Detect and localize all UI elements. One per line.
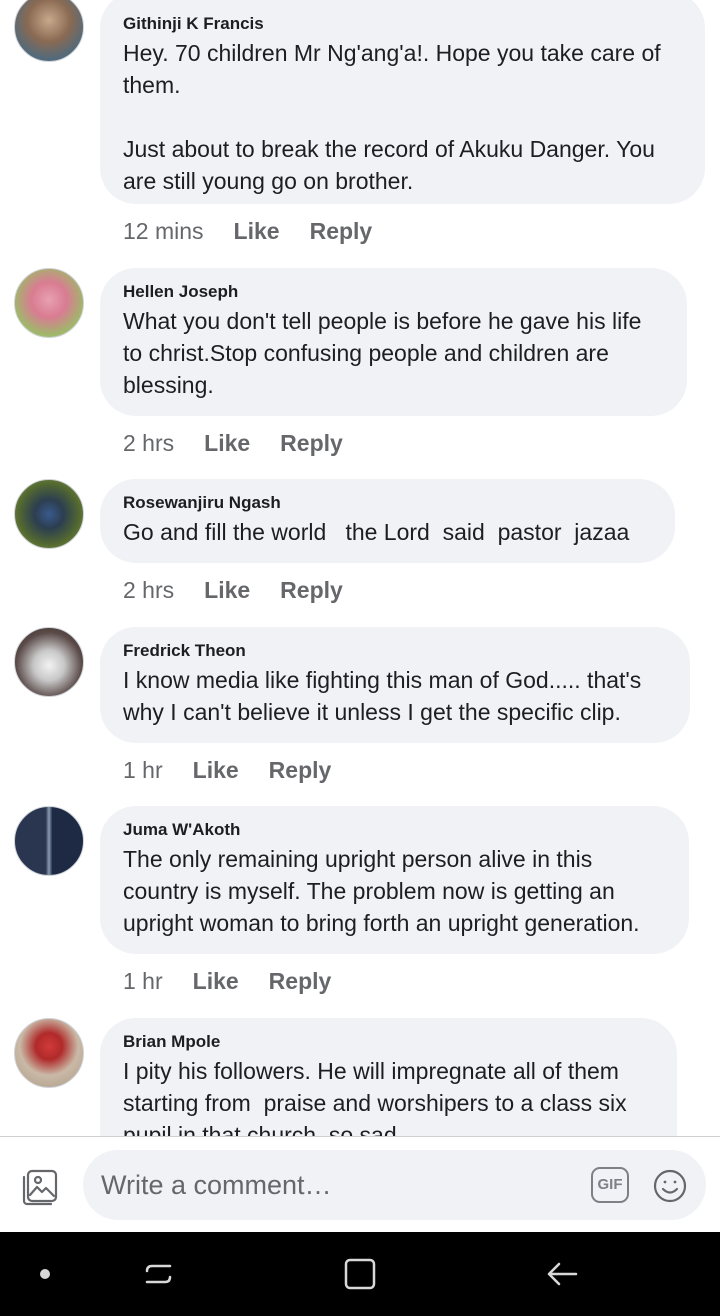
comment-meta: 1 hr Like Reply	[123, 966, 331, 996]
comments-list: Githinji K Francis Hey. 70 children Mr N…	[0, 0, 720, 1136]
comment-composer: GIF	[0, 1136, 720, 1232]
reply-button[interactable]: Reply	[310, 218, 373, 244]
comment-author[interactable]: Brian Mpole	[123, 1031, 655, 1053]
comment-text: Go and fill the world the Lord said past…	[123, 519, 630, 545]
comment-time[interactable]: 2 hrs	[123, 577, 174, 603]
comment-author[interactable]: Juma W'Akoth	[123, 819, 667, 841]
comment-author[interactable]: Githinji K Francis	[123, 13, 683, 35]
system-navigation-bar	[0, 1232, 720, 1316]
like-button[interactable]: Like	[204, 577, 250, 603]
comment-bubble: Juma W'Akoth The only remaining upright …	[100, 806, 689, 954]
reply-button[interactable]: Reply	[269, 968, 332, 994]
like-button[interactable]: Like	[193, 757, 239, 783]
comment-meta: 2 hrs Like Reply	[123, 575, 343, 605]
comment-meta: 1 hr Like Reply	[123, 755, 331, 785]
comment-bubble: Fredrick Theon I know media like fightin…	[100, 627, 690, 743]
back-icon[interactable]	[542, 1254, 582, 1294]
comment-text: I know media like fighting this man of G…	[123, 667, 642, 725]
comment-author[interactable]: Hellen Joseph	[123, 281, 665, 303]
comment-text: Hey. 70 children Mr Ng'ang'a!. Hope you …	[123, 40, 661, 194]
like-button[interactable]: Like	[234, 218, 280, 244]
gif-button[interactable]: GIF	[591, 1167, 629, 1203]
home-icon[interactable]	[340, 1254, 380, 1294]
comment-time[interactable]: 1 hr	[123, 968, 163, 994]
reply-button[interactable]: Reply	[280, 577, 343, 603]
recent-apps-icon[interactable]	[139, 1254, 179, 1294]
like-button[interactable]: Like	[193, 968, 239, 994]
comment-time[interactable]: 2 hrs	[123, 430, 174, 456]
like-button[interactable]: Like	[204, 430, 250, 456]
avatar[interactable]	[14, 627, 84, 697]
comment-author[interactable]: Rosewanjiru Ngash	[123, 492, 653, 514]
comment-time[interactable]: 1 hr	[123, 757, 163, 783]
comment-time[interactable]: 12 mins	[123, 218, 204, 244]
comment-text: The only remaining upright person alive …	[123, 846, 640, 936]
avatar[interactable]	[14, 479, 84, 549]
dot-icon	[25, 1254, 65, 1294]
comment-bubble: Hellen Joseph What you don't tell people…	[100, 268, 687, 416]
comment-meta: 12 mins Like Reply	[123, 216, 372, 246]
comment-bubble: Githinji K Francis Hey. 70 children Mr N…	[100, 0, 705, 204]
comment-bubble: Brian Mpole I pity his followers. He wil…	[100, 1018, 677, 1136]
comment-input[interactable]	[101, 1150, 571, 1220]
avatar[interactable]	[14, 268, 84, 338]
reply-button[interactable]: Reply	[280, 430, 343, 456]
avatar[interactable]	[14, 806, 84, 876]
avatar[interactable]	[14, 0, 84, 62]
comment-input-box[interactable]: GIF	[83, 1150, 706, 1220]
comment-text: I pity his followers. He will impregnate…	[123, 1058, 627, 1136]
reply-button[interactable]: Reply	[269, 757, 332, 783]
photo-icon[interactable]	[20, 1167, 60, 1207]
comment-meta: 2 hrs Like Reply	[123, 428, 343, 458]
comment-author[interactable]: Fredrick Theon	[123, 640, 668, 662]
comment-text: What you don't tell people is before he …	[123, 308, 642, 398]
emoji-icon[interactable]	[653, 1169, 687, 1203]
avatar[interactable]	[14, 1018, 84, 1088]
comment-bubble: Rosewanjiru Ngash Go and fill the world …	[100, 479, 675, 563]
